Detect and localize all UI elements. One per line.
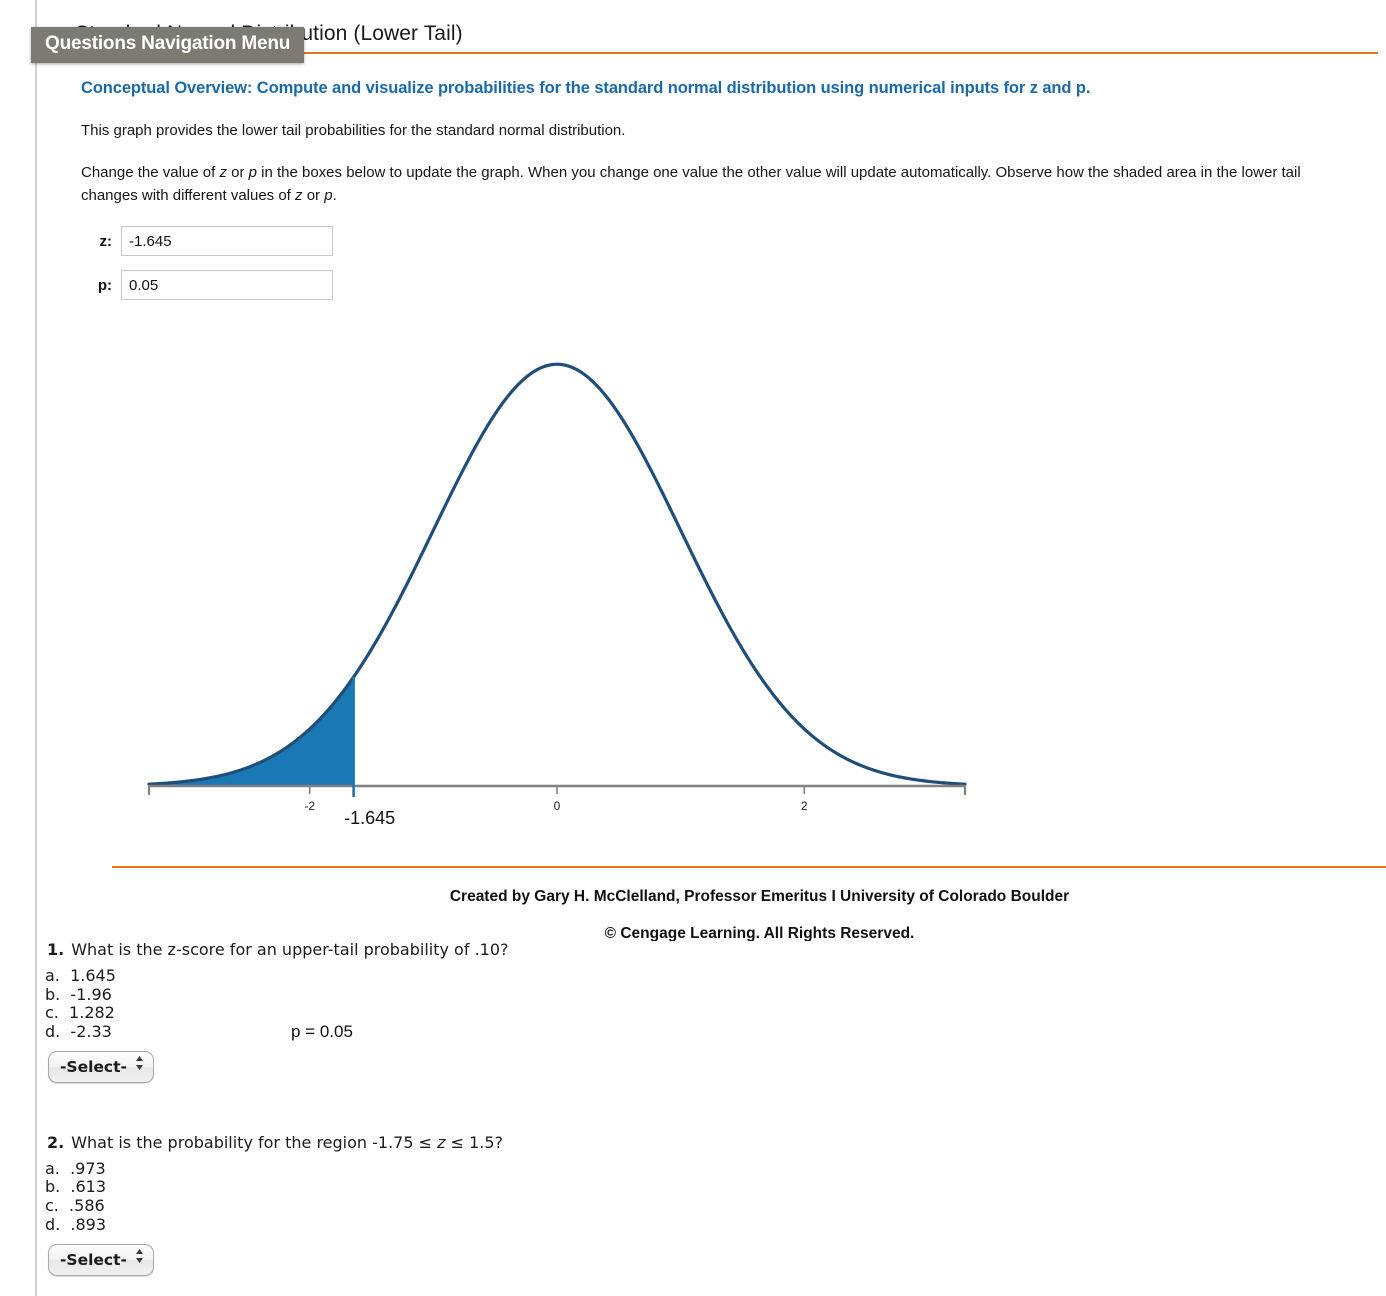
question-1-number: 1. — [47, 940, 65, 959]
choice-item: a. .973 — [45, 1158, 106, 1178]
question-1-stem: 1. What is the z-score for an upper-tail … — [47, 940, 1386, 959]
graph-svg: -2 0 2 -1.645 — [147, 363, 967, 828]
select-label: -Select- — [60, 1058, 127, 1077]
axis-tick-label: 0 — [554, 799, 561, 813]
question-1: 1. What is the z-score for an upper-tail … — [42, 940, 1386, 1083]
p2-var-p: p — [248, 163, 257, 181]
question-2-var-z: z — [437, 1132, 446, 1152]
p2-var-p2: p — [324, 186, 333, 204]
conceptual-overview-panel: Standard Normal Distribution (Lower Tail… — [37, 0, 1386, 1041]
question-1-answer-select[interactable]: -Select- — [48, 1051, 154, 1083]
p2-var-z2: z — [295, 186, 303, 204]
normal-distribution-graph: -2 0 2 -1.645 p = 0.05 — [81, 334, 1371, 1041]
p2-seg-a: Change the value of — [81, 163, 220, 181]
p-input[interactable] — [121, 270, 333, 301]
p2-seg-e: . — [332, 186, 337, 204]
p-field-row: p: — [81, 270, 1356, 301]
overview-heading: Conceptual Overview: Compute and visuali… — [81, 79, 1091, 97]
question-2-text-a: What is the probability for the region -… — [71, 1132, 438, 1152]
p2-seg-d: or — [302, 186, 325, 204]
credit-text: Created by Gary H. McClelland, Professor… — [449, 888, 1070, 905]
x-axis-ticks — [147, 786, 967, 796]
p2-seg-b: or — [226, 163, 249, 181]
overview-paragraph-1: This graph provides the lower tail proba… — [81, 122, 626, 139]
overview-paragraph-2: Change the value of z or p in the boxes … — [81, 162, 1326, 208]
choice-item: a. 1.645 — [45, 966, 116, 986]
choice-item: c. 1.282 — [45, 1003, 115, 1023]
question-2-stem: 2. What is the probability for the region… — [47, 1133, 1386, 1152]
question-2-answer-select[interactable]: -Select- — [48, 1244, 154, 1276]
question-2-number: 2. — [47, 1132, 65, 1152]
questions-list: 1. What is the z-score for an upper-tail … — [37, 940, 1386, 1286]
questions-navigation-menu-tooltip[interactable]: Questions Navigation Menu — [31, 27, 305, 63]
axis-tick-label: 2 — [801, 799, 808, 813]
updown-arrows-icon — [135, 1055, 144, 1071]
question-2: 2. What is the probability for the region… — [42, 1133, 1386, 1276]
p2-var-z: z — [219, 163, 227, 181]
z-field-row: z: — [81, 226, 1356, 257]
choice-item: d. .893 — [45, 1214, 107, 1234]
choice-item: d. -2.33 — [45, 1021, 112, 1041]
question-spacer — [42, 1093, 1386, 1133]
z-annotation-label: -1.645 — [344, 808, 395, 828]
z-input[interactable] — [121, 226, 333, 257]
p-field-label: p: — [97, 276, 112, 294]
overview-body: Conceptual Overview: Compute and visuali… — [37, 54, 1386, 1041]
select-label: -Select- — [60, 1251, 127, 1270]
copyright-text: © Cengage Learning. All Rights Reserved. — [604, 925, 915, 941]
axis-tick-label: -2 — [304, 799, 315, 813]
p2-seg-c: in the boxes below to update the graph. … — [81, 163, 1301, 204]
question-2-choices: a. .973 b. .613 c. .586 d. .893 — [45, 1158, 1386, 1234]
footer-divider — [112, 866, 1386, 868]
shaded-lower-tail-area — [149, 677, 354, 787]
z-field-label: z: — [99, 232, 113, 250]
page-root: Standard Normal Distribution (Lower Tail… — [0, 0, 1386, 1296]
choice-item: b. -1.96 — [45, 984, 112, 1004]
updown-arrows-icon — [135, 1248, 144, 1264]
choice-item: b. .613 — [45, 1177, 107, 1197]
question-1-text: What is the z-score for an upper-tail pr… — [71, 940, 509, 959]
choice-item: c. .586 — [45, 1196, 105, 1216]
normal-curve — [147, 363, 967, 787]
question-2-text-b: ≤ 1.5? — [445, 1132, 504, 1152]
question-1-choices: a. 1.645 b. -1.96 c. 1.282 d. -2.33 — [45, 967, 1386, 1041]
